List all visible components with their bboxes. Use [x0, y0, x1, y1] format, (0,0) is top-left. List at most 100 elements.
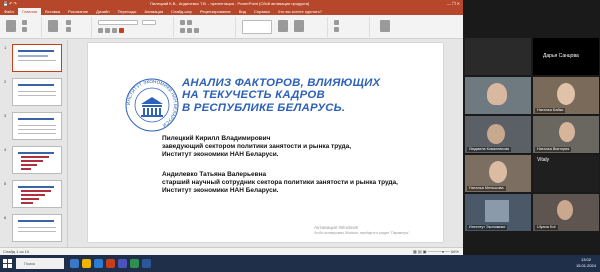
participant-video — [487, 83, 507, 105]
participant-tile[interactable]: Наталья Меньшова — [465, 155, 531, 192]
institute-logo: ИНСТИТУТ ЭКОНОМИКИ НАН БЕЛАРУСИ — [125, 78, 179, 132]
author-1-org: Институт экономики НАН Беларуси. — [162, 151, 279, 158]
windows-taskbar: Поиск 13:02 15.01.2024 — [0, 255, 600, 272]
slide-editing-area: ИНСТИТУТ ЭКОНОМИКИ НАН БЕЛАРУСИ АНАЛИЗ Ф… — [68, 40, 463, 247]
quick-styles-icon[interactable] — [294, 20, 304, 32]
slide-thumbnail[interactable]: 5 — [4, 180, 62, 208]
powerpoint-window: 💾 ↶ ↷ Пилецкий К.В., Андилевко Т.В. - пр… — [0, 0, 463, 255]
participant-tile[interactable]: Людмила Ковалевская — [465, 116, 531, 153]
bullets-icon[interactable] — [180, 20, 185, 25]
participant-video — [485, 200, 509, 222]
slide-number: 2 — [4, 79, 7, 84]
quick-access-toolbar[interactable]: 💾 ↶ ↷ — [3, 0, 17, 8]
dictate-icon[interactable] — [380, 20, 390, 32]
excel-icon[interactable] — [130, 259, 139, 268]
file-explorer-icon[interactable] — [82, 259, 91, 268]
slide-number: 3 — [4, 113, 7, 118]
author-2-position: старший научный сотрудник сектора полити… — [162, 179, 398, 186]
tab-insert[interactable]: Вставка — [41, 8, 64, 15]
tab-view[interactable]: Вид — [235, 8, 250, 15]
slides-group — [44, 17, 92, 37]
tab-review[interactable]: Рецензирование — [196, 8, 235, 15]
slide-number: 4 — [4, 147, 7, 152]
slide-thumbnail[interactable]: 3 — [4, 112, 62, 140]
clock-date: 15.01.2024 — [575, 263, 596, 268]
participant-tile[interactable] — [465, 38, 531, 75]
replace-icon[interactable] — [334, 27, 339, 32]
font-size-select[interactable] — [142, 20, 156, 25]
slide-thumbnail[interactable]: 6 — [4, 214, 62, 242]
underline-icon[interactable] — [112, 28, 117, 33]
windows-start-icon[interactable] — [3, 259, 12, 268]
font-name-select[interactable] — [98, 20, 138, 25]
edge-browser-icon[interactable] — [94, 259, 103, 268]
font-color-icon[interactable] — [119, 28, 124, 33]
participant-tile[interactable]: Институт Экономики — [465, 194, 531, 231]
ribbon-toolbar — [0, 15, 463, 39]
copy-icon[interactable] — [22, 27, 27, 32]
participant-name: Наталья Виктория — [535, 147, 572, 152]
participant-tile[interactable]: Дарья Санцова — [533, 38, 599, 75]
tell-me-search[interactable]: Что вы хотите сделать? — [274, 8, 326, 15]
find-icon[interactable] — [334, 20, 339, 25]
align-left-icon[interactable] — [180, 28, 185, 33]
slide-thumbnails-pane: 1 2 3 4 5 6 — [0, 40, 68, 247]
word-icon[interactable] — [142, 259, 151, 268]
title-bar: 💾 ↶ ↷ Пилецкий К.В., Андилевко Т.В. - пр… — [0, 0, 463, 8]
slide-thumbnail[interactable]: 2 — [4, 78, 62, 106]
participant-video — [559, 122, 575, 142]
participant-tile[interactable]: Ulyana Kot — [533, 194, 599, 231]
tab-home[interactable]: Главная — [17, 8, 42, 15]
desktop-screen: 💾 ↶ ↷ Пилецкий К.В., Андилевко Т.В. - пр… — [0, 0, 600, 272]
cut-icon[interactable] — [22, 20, 27, 25]
new-slide-icon[interactable] — [48, 20, 58, 32]
activation-watermark: Активация Windows Чтобы активировать Win… — [314, 226, 411, 235]
layout-icon[interactable] — [66, 20, 71, 25]
author-2-name: Андилевко Татьяна Валерьевна — [162, 171, 267, 178]
slide-thumbnail[interactable]: 1 — [4, 44, 62, 72]
align-center-icon[interactable] — [187, 28, 192, 33]
tab-slideshow[interactable]: Слайд-шоу — [167, 8, 196, 15]
tab-file[interactable]: Файл — [0, 8, 18, 15]
slide-number: 5 — [4, 181, 7, 186]
tab-help[interactable]: Справка — [250, 8, 274, 15]
slide-thumbnail[interactable]: 4 — [4, 146, 62, 174]
participant-video — [557, 200, 573, 220]
author-2-block: Андилевко Татьяна Валерьевна старший нау… — [162, 171, 422, 195]
numbering-icon[interactable] — [187, 20, 192, 25]
teams-icon[interactable] — [118, 259, 127, 268]
powerpoint-taskbar-icon[interactable] — [106, 259, 115, 268]
reset-icon[interactable] — [66, 27, 71, 32]
video-participants-panel: Екатерина Сологубова Дарья Санцова Натал… — [463, 0, 600, 255]
window-title: Пилецкий К.В., Андилевко Т.В. - презента… — [150, 1, 310, 6]
participant-tile[interactable]: Наталья Байко — [533, 77, 599, 114]
participant-name: Наталья Меньшова — [467, 186, 506, 191]
author-1-block: Пилецкий Кирилл Владимирович заведующий … — [162, 135, 422, 159]
slide-canvas[interactable]: ИНСТИТУТ ЭКОНОМИКИ НАН БЕЛАРУСИ АНАЛИЗ Ф… — [88, 43, 443, 242]
participant-name: Людмила Ковалевская — [467, 147, 512, 152]
bold-icon[interactable] — [98, 28, 103, 33]
tab-design[interactable]: Дизайн — [92, 8, 113, 15]
align-right-icon[interactable] — [194, 28, 199, 33]
paste-icon[interactable] — [6, 20, 16, 32]
tab-draw[interactable]: Рисование — [64, 8, 92, 15]
taskbar-search-input[interactable]: Поиск — [16, 258, 64, 269]
participant-video — [489, 161, 507, 183]
participant-tile[interactable]: Наталья Виктория — [533, 116, 599, 153]
tab-animations[interactable]: Анимация — [140, 8, 167, 15]
window-controls[interactable]: — ❐ ✕ — [447, 0, 460, 8]
slide-title: АНАЛИЗ ФАКТОРОВ, ВЛИЯЮЩИХ НА ТЕКУЧЕСТЬ К… — [182, 77, 381, 114]
arrange-icon[interactable] — [278, 20, 288, 32]
participant-name: Институт Экономики — [467, 225, 508, 230]
tab-transitions[interactable]: Переходы — [114, 8, 141, 15]
system-tray-clock[interactable]: 13:02 15.01.2024 — [576, 257, 596, 269]
task-view-icon[interactable] — [70, 259, 79, 268]
participant-video — [487, 124, 505, 144]
shapes-gallery[interactable] — [242, 20, 272, 34]
italic-icon[interactable] — [105, 28, 110, 33]
participant-tile[interactable] — [465, 77, 531, 114]
voice-group — [372, 17, 402, 37]
participant-video — [557, 83, 575, 105]
author-2-org: Институт экономики НАН Беларуси. — [162, 187, 279, 194]
participant-tile[interactable]: Vitaly — [533, 155, 599, 192]
